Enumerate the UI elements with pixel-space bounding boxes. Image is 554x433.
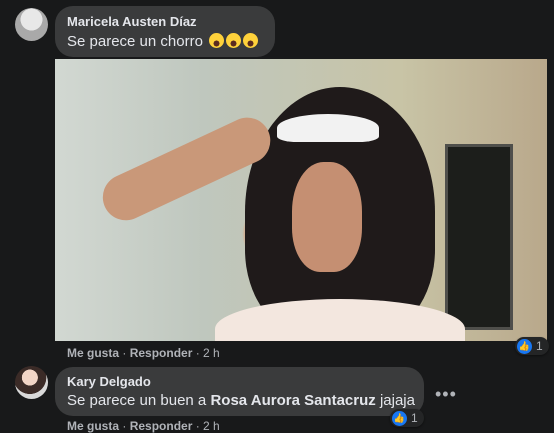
comment-text-prefix: Se parece un buen a bbox=[67, 392, 211, 409]
comment-text: Se parece un chorro bbox=[67, 33, 259, 50]
gif-person-face bbox=[292, 162, 362, 272]
comment-text-suffix: jajaja bbox=[375, 392, 415, 409]
gif-image[interactable] bbox=[55, 59, 547, 341]
reply-action[interactable]: Responder bbox=[130, 419, 193, 433]
like-action[interactable]: Me gusta bbox=[67, 419, 119, 433]
comment-actions: Me gusta · Responder · 2 h bbox=[67, 346, 220, 360]
mention-link[interactable]: Rosa Aurora Santacruz bbox=[210, 392, 375, 409]
comment-author[interactable]: Kary Delgado bbox=[67, 374, 151, 389]
comment-text: Se parece un buen a Rosa Aurora Santacru… bbox=[67, 392, 415, 409]
comment-text-content: Se parece un chorro bbox=[67, 33, 203, 50]
like-icon: 👍 bbox=[392, 410, 407, 426]
tears-of-joy-emoji-icon bbox=[226, 33, 242, 48]
comment-time[interactable]: 2 h bbox=[203, 419, 220, 433]
like-action[interactable]: Me gusta bbox=[67, 346, 119, 360]
comment-time[interactable]: 2 h bbox=[203, 346, 220, 360]
comment-author[interactable]: Maricela Austen Díaz bbox=[67, 14, 197, 29]
more-options-icon[interactable]: ••• bbox=[435, 384, 457, 405]
reaction-count: 1 bbox=[411, 411, 418, 425]
avatar-maricela[interactable] bbox=[15, 8, 48, 41]
gif-person-headband bbox=[277, 114, 379, 142]
like-icon: 👍 bbox=[517, 338, 532, 354]
tears-of-joy-emoji-icon bbox=[209, 33, 225, 48]
gif-person-top bbox=[215, 299, 465, 341]
reaction-count-badge[interactable]: 👍 1 bbox=[515, 337, 549, 355]
comment-actions: Me gusta · Responder · 2 h bbox=[67, 419, 220, 433]
reaction-count-badge[interactable]: 👍 1 bbox=[390, 409, 424, 427]
tears-of-joy-emoji-icon bbox=[243, 33, 259, 48]
avatar-kary[interactable] bbox=[15, 366, 48, 399]
reaction-count: 1 bbox=[536, 339, 543, 353]
reply-action[interactable]: Responder bbox=[130, 346, 193, 360]
background-cabinet bbox=[445, 144, 513, 330]
